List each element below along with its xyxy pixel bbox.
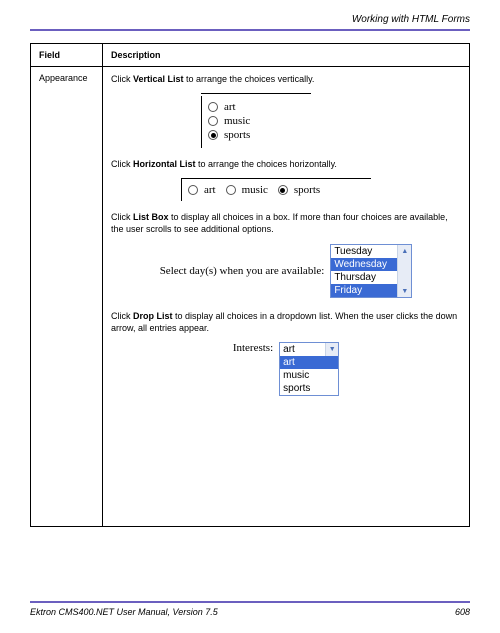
scroll-up-icon[interactable]: ▲ [398, 245, 411, 257]
radio-icon-selected [278, 185, 288, 195]
para-vertical-list: Click Vertical List to arrange the choic… [111, 73, 461, 85]
drop-list[interactable]: art ▼ art music sports [279, 342, 339, 396]
horizontal-list-example: art music sports [181, 178, 371, 201]
list-item[interactable]: Wednesday [331, 258, 397, 271]
col-header-description: Description [103, 44, 470, 67]
radio-icon [226, 185, 236, 195]
radio-icon [208, 116, 218, 126]
section-title: Working with HTML Forms [30, 14, 470, 25]
footer-page-number: 608 [455, 607, 470, 617]
footer-rule [30, 601, 470, 603]
drop-item[interactable]: sports [280, 382, 338, 395]
drop-item[interactable]: art [280, 356, 338, 369]
chevron-down-icon[interactable]: ▼ [325, 343, 338, 356]
vertical-list-example: art music sports [201, 93, 311, 148]
drop-list-example: Interests: art ▼ art music sports [111, 342, 461, 396]
radio-option[interactable]: art [188, 183, 216, 197]
header-rule [30, 29, 470, 31]
radio-option[interactable]: sports [278, 183, 320, 197]
list-box-example: Select day(s) when you are available: Tu… [111, 244, 461, 298]
radio-option[interactable]: music [226, 183, 268, 197]
para-horizontal-list: Click Horizontal List to arrange the cho… [111, 158, 461, 170]
list-item[interactable]: Tuesday [331, 245, 397, 258]
drop-selected: art [280, 343, 325, 356]
col-header-field: Field [31, 44, 103, 67]
drop-list-label: Interests: [233, 342, 273, 354]
scroll-down-icon[interactable]: ▼ [398, 285, 411, 297]
list-item[interactable]: Friday [331, 284, 397, 297]
para-drop-list: Click Drop List to display all choices i… [111, 310, 461, 334]
radio-icon [188, 185, 198, 195]
list-item[interactable]: Thursday [331, 271, 397, 284]
radio-option[interactable]: art [208, 100, 305, 114]
scrollbar[interactable]: ▲ ▼ [397, 245, 411, 297]
list-box[interactable]: Tuesday Wednesday Thursday Friday ▲ ▼ [330, 244, 412, 298]
footer-manual-title: Ektron CMS400.NET User Manual, Version 7… [30, 607, 218, 617]
radio-icon [208, 102, 218, 112]
description-cell: Click Vertical List to arrange the choic… [103, 67, 470, 527]
field-description-table: Field Description Appearance Click Verti… [30, 43, 470, 527]
page-footer: Ektron CMS400.NET User Manual, Version 7… [30, 601, 470, 617]
radio-option[interactable]: sports [208, 128, 305, 142]
drop-item[interactable]: music [280, 369, 338, 382]
field-name-cell: Appearance [31, 67, 103, 527]
radio-icon-selected [208, 130, 218, 140]
radio-option[interactable]: music [208, 114, 305, 128]
para-list-box: Click List Box to display all choices in… [111, 211, 461, 235]
list-box-prompt: Select day(s) when you are available: [160, 265, 325, 277]
